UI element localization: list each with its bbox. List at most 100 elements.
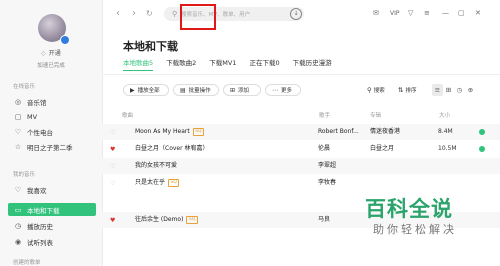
- sidebar-item-label: 个性电台: [27, 128, 53, 137]
- song-title: Moon As My Heart SQ: [135, 124, 285, 140]
- section-title-created-playlists: 创建的歌单: [13, 260, 41, 266]
- search-icon: ⚲: [172, 10, 178, 18]
- table-row[interactable]: ♡ 我的女孩不可爱 李翠超: [102, 158, 500, 174]
- quality-tag: SQ: [168, 178, 180, 187]
- sidebar-item-trial-list[interactable]: ◉ 试听列表: [8, 235, 96, 248]
- add-label: 添加: [238, 88, 250, 94]
- download-manager-icon[interactable]: ↓: [290, 8, 302, 20]
- batch-operation-button[interactable]: ▤ 批量操作: [173, 84, 219, 96]
- add-button[interactable]: ⊞ 添加: [223, 84, 261, 96]
- sidebar-item-music-hall[interactable]: ◎ 音乐馆: [8, 95, 96, 108]
- minimize-icon[interactable]: —: [442, 9, 449, 17]
- table-header: 歌曲 歌手 专辑 大小: [102, 111, 500, 121]
- song-singer[interactable]: 伦晨: [318, 141, 370, 157]
- sidebar-item-mv[interactable]: ▢ MV: [8, 110, 96, 123]
- liked-heart-icon[interactable]: ♥: [110, 146, 115, 153]
- table-row[interactable]: ♡ Moon As My Heart SQ Robert Bonf... 情迷夜香…: [102, 124, 500, 140]
- heart-icon: ♡: [14, 185, 22, 194]
- local-search-label: 搜索: [373, 88, 385, 94]
- more-button[interactable]: ⋯ 更多: [265, 84, 301, 96]
- heart-icon[interactable]: ♡: [110, 180, 115, 187]
- list-view-icon[interactable]: ≡: [432, 84, 443, 96]
- music-hall-icon: ◎: [14, 97, 22, 106]
- sidebar-item-favorites[interactable]: ♡ 我喜欢: [8, 183, 96, 196]
- song-title-text: 往后余生 (Demo): [135, 216, 184, 223]
- sidebar-item-radio[interactable]: ♡ 个性电台: [8, 125, 96, 138]
- tab-divider: [102, 74, 500, 75]
- sort-icon: ⇅: [398, 86, 404, 94]
- song-title: 白昼之月（Cover 林宥嘉）: [135, 145, 209, 152]
- more-label: 更多: [281, 88, 293, 94]
- sidebar-item-label: 播放历史: [27, 222, 53, 231]
- sort-button[interactable]: ⇅ 排序: [398, 86, 416, 94]
- import-icon[interactable]: ⊕: [465, 84, 476, 96]
- radio-icon: ♡: [14, 127, 22, 136]
- vip-open-label: 开通: [48, 50, 61, 57]
- trial-list-icon: ◉: [14, 237, 22, 246]
- music-app-window: ◇ 开通 加速已完成 在线音乐 ◎ 音乐馆 ▢ MV ♡ 个性电台 ☆ 明日之子第二季 我…: [0, 0, 500, 266]
- downloaded-check-icon: [479, 146, 485, 152]
- song-size: 10.5M: [438, 145, 457, 152]
- forward-arrow-icon[interactable]: ›: [132, 8, 136, 19]
- play-all-button[interactable]: ▶ 播放全部: [123, 84, 169, 96]
- watermark: 百科全说 助你轻松解决: [355, 188, 495, 244]
- song-title: 往后余生 (Demo) SQ: [135, 212, 285, 228]
- match-icon[interactable]: ◷: [454, 84, 465, 96]
- sidebar-item-label: 我喜欢: [27, 186, 47, 195]
- quality-tag: SQ: [186, 215, 198, 224]
- song-singer[interactable]: 李翠超: [318, 158, 370, 174]
- page-title: 本地和下载: [123, 40, 178, 53]
- vip-icon[interactable]: VIP: [390, 10, 400, 17]
- sidebar-item-label: 明日之子第二季: [27, 143, 73, 152]
- view-mode-switch: ≡ ⊞ ◷ ⊕: [432, 84, 476, 96]
- refresh-icon[interactable]: ↻: [146, 9, 153, 18]
- sidebar-item-star-show[interactable]: ☆ 明日之子第二季: [8, 140, 96, 153]
- sidebar-item-label: 试听列表: [27, 238, 53, 247]
- song-album[interactable]: 情迷夜香港: [370, 124, 430, 140]
- close-icon[interactable]: ✕: [475, 9, 481, 17]
- tab-downloading[interactable]: 正在下载0: [249, 57, 279, 71]
- batch-icon: ▤: [180, 86, 186, 94]
- local-search-button[interactable]: ⚲ 搜索: [367, 86, 385, 94]
- downloaded-check-icon: [479, 129, 485, 135]
- star-icon: ☆: [14, 142, 22, 151]
- liked-heart-icon[interactable]: ♥: [110, 217, 115, 224]
- avatar-badge-icon: [60, 35, 70, 45]
- menu-icon[interactable]: ≡: [424, 9, 430, 17]
- vip-open-link[interactable]: ◇ 开通: [0, 48, 102, 57]
- local-download-icon: ▭: [14, 205, 22, 214]
- sync-status: 加速已完成: [37, 63, 65, 69]
- highlight-annotation-box: [180, 4, 216, 30]
- heart-icon[interactable]: ♡: [110, 163, 115, 170]
- back-arrow-icon[interactable]: ‹: [116, 8, 120, 19]
- sidebar-item-local-download[interactable]: ▭ 本地和下载: [8, 203, 96, 216]
- tab-downloaded-mv[interactable]: 下载MV1: [209, 57, 236, 71]
- tab-local-songs[interactable]: 本地歌曲5: [123, 57, 154, 71]
- history-icon: ◷: [14, 221, 22, 230]
- tab-download-history[interactable]: 下载历史漫游: [293, 57, 332, 71]
- watermark-title: 百科全说: [365, 197, 453, 221]
- song-size: 8.4M: [438, 128, 453, 135]
- sidebar-item-label: 音乐馆: [27, 98, 47, 107]
- more-icon: ⋯: [272, 86, 278, 94]
- skin-icon[interactable]: ▽: [408, 9, 413, 17]
- tab-downloaded-songs[interactable]: 下载歌曲2: [166, 57, 196, 71]
- song-singer[interactable]: Robert Bonf...: [318, 124, 370, 140]
- tab-bar: 本地歌曲5 下载歌曲2 下载MV1 正在下载0 下载历史漫游: [123, 57, 345, 71]
- mail-icon[interactable]: ✉: [373, 9, 379, 17]
- sidebar-item-label: MV: [27, 112, 38, 121]
- sidebar: ◇ 开通 加速已完成 在线音乐 ◎ 音乐馆 ▢ MV ♡ 个性电台 ☆ 明日之子第二季 我…: [0, 0, 103, 266]
- top-bar: ‹ › ↻ ⚲ 搜索音乐、MV、歌单、用户 ↓ ✉ VIP ▽ ≡ — ▢ ✕: [102, 0, 500, 30]
- checkbox-icon[interactable]: ♡: [110, 129, 115, 136]
- section-title-online-music: 在线音乐: [13, 84, 36, 90]
- video-icon: ▢: [14, 112, 22, 121]
- song-album[interactable]: 白昼之月: [370, 141, 430, 157]
- sidebar-item-label: 本地和下载: [27, 206, 60, 215]
- sidebar-item-history[interactable]: ◷ 播放历史: [8, 219, 96, 232]
- maximize-icon[interactable]: ▢: [458, 9, 465, 17]
- grid-view-icon[interactable]: ⊞: [443, 84, 454, 96]
- song-title-text: Moon As My Heart: [135, 128, 190, 135]
- search-icon: ⚲: [367, 86, 372, 94]
- table-row[interactable]: ♥ 白昼之月（Cover 林宥嘉） 伦晨 白昼之月 10.5M: [102, 141, 500, 157]
- song-title: 只是太在乎 SQ: [135, 175, 285, 191]
